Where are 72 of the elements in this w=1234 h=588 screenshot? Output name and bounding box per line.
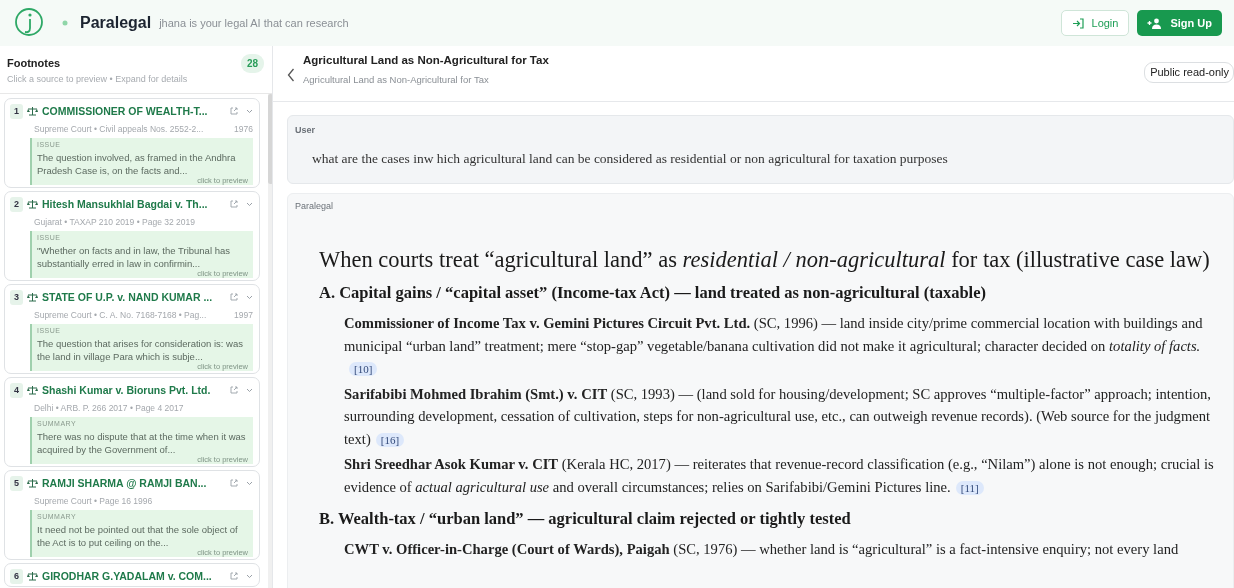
scales-icon (27, 199, 38, 210)
list-item: Sarifabibi Mohmed Ibrahim (Smt.) v. CIT (SC, 1993) — (land sold for housing/development; SC approves “multiple-factor” approach; intention, surrounding development, cessation of cultivation, steps for non-agricultural use, etc., can outweigh revenue records). (Web source for the judgment text) [16] (343, 384, 1213, 449)
hint-text: Click a source to preview • Expand for details (7, 73, 189, 86)
footnote-title[interactable]: COMMISSIONER OF WEALTH-T... (42, 103, 208, 120)
scales-icon (27, 478, 38, 489)
chevron-down-icon[interactable] (246, 201, 253, 207)
excerpt-text: It need not be pointed out that the sole object of the Act is to put ceiling on the... (37, 522, 239, 549)
footnote-number: 4 (10, 382, 23, 399)
footnote-year: 1976 (234, 123, 253, 136)
back-icon[interactable] (287, 68, 295, 82)
logo-icon (14, 7, 44, 39)
chevron-down-icon[interactable] (246, 573, 253, 579)
footnote-number: 2 (10, 196, 23, 213)
brand-name: Paralegal (80, 13, 152, 33)
scrollbar-thumb[interactable] (268, 93, 272, 184)
answer-heading: When courts treat “agricultural land” as residential / non-agricultural for tax (illustrative case law) (319, 246, 1211, 274)
external-link-icon[interactable] (230, 386, 238, 395)
citation-link[interactable]: [11] (955, 480, 984, 495)
chevron-down-icon[interactable] (246, 387, 253, 393)
footnote-title[interactable]: Shashi Kumar v. Bioruns Pvt. Ltd. (42, 382, 211, 399)
footnote-meta: Supreme Court • Page 16 1996 (34, 495, 153, 508)
conversation-subtitle: Agricultural Land as Non-Agricultural for Tax (303, 73, 490, 88)
login-button[interactable]: Login (1060, 9, 1130, 37)
tagline: jhana is your legal AI that can research (159, 15, 349, 31)
citation-link[interactable]: [16] (375, 432, 405, 447)
footnote-meta: Delhi • ARB. P. 266 2017 • Page 4 2017 (34, 402, 184, 415)
footnote-title[interactable]: STATE OF U.P. v. NAND KUMAR ... (42, 289, 213, 306)
sidebar-title: Footnotes (7, 56, 61, 72)
scales-icon (27, 571, 38, 582)
footnote-number: 5 (10, 475, 23, 492)
visibility-badge: Public read-only (1144, 62, 1234, 83)
footnote-number: 1 (10, 103, 23, 120)
section-heading: A. Capital gains / “capital asset” (Income-tax Act) — land treated as non-agricultural (taxable) (319, 282, 987, 305)
login-icon (1071, 17, 1084, 29)
external-link-icon[interactable] (230, 572, 238, 581)
footnote-meta: Supreme Court • C. A. No. 7168-7168 • Pag... (34, 309, 207, 322)
count-badge: 28 (240, 54, 264, 73)
scales-icon (27, 106, 38, 117)
footnote-card[interactable]: 6 GIRODHAR G.YADALAM v. COM... (4, 562, 260, 588)
external-link-icon[interactable] (230, 479, 238, 488)
footnote-number: 3 (10, 289, 23, 306)
sign-up-button[interactable]: Sign Up (1137, 9, 1222, 37)
footnote-title[interactable]: Hitesh Mansukhlal Bagdai v. Th... (42, 196, 208, 213)
scales-icon (27, 292, 38, 303)
add-user-icon (1147, 17, 1163, 29)
excerpt-text: There was no dispute that at the time when it was acquired by the Government of... (37, 429, 247, 456)
scales-icon (27, 385, 38, 396)
chevron-down-icon[interactable] (246, 294, 253, 300)
external-link-icon[interactable] (230, 107, 238, 116)
footnote-meta: Gujarat • TAXAP 210 2019 • Page 32 2019 (34, 216, 195, 229)
chevron-down-icon[interactable] (246, 480, 253, 486)
footnote-year: 1997 (234, 309, 253, 322)
citation-link[interactable]: [10] (349, 362, 378, 376)
author-label: User (295, 124, 316, 137)
list-item: Commissioner of Income Tax v. Gemini Pictures Circuit Pvt. Ltd. (SC, 1996) — land inside city/prime commercial location with buildings and municipal “urban land” treatment; mere “stop-gap” vegetable/banana cultivation did not make it agricultural; character decided on totality of facts. [10] (343, 314, 1204, 378)
status-dot-icon (62, 20, 68, 26)
external-link-icon[interactable] (230, 200, 238, 209)
external-link-icon[interactable] (230, 293, 238, 302)
footnote-title[interactable]: RAMJI SHARMA @ RAMJI BAN... (42, 475, 207, 492)
excerpt-text: The question involved, as framed in the Andhra Pradesh Case is, on the facts and... (37, 150, 237, 177)
chevron-down-icon[interactable] (246, 108, 253, 114)
footnote-number: 6 (10, 568, 23, 585)
excerpt-text: "Whether on facts and in law, the Tribunal has substantially erred in law in confirmin... (37, 243, 231, 270)
conversation-title: Agricultural Land as Non-Agricultural for Tax (303, 53, 549, 68)
author-label: Paralegal (295, 199, 335, 213)
section-heading: B. Wealth-tax / “urban land” — agricultural claim rejected or tightly tested (319, 508, 852, 530)
list-item: Shri Sreedhar Asok Kumar v. CIT (Kerala HC, 2017) — reiterates that revenue-record classification (e.g., “Nilam”) alone is not enough; crucial is evidence of actual agricultural use and overall circumstances; relies on Sarifabibi/Gemini Pictures line. [11] (343, 455, 1215, 497)
footnote-title[interactable]: GIRODHAR G.YADALAM v. COM... (42, 568, 212, 585)
excerpt-text: The question that arises for consideration is: was the land in village Para which is subje... (37, 336, 244, 363)
footnote-meta: Supreme Court • Civil appeals Nos. 2552-2... (34, 123, 204, 136)
message-text: what are the cases inw hich agricultural land can be considered as residential or non agricultural for taxation purposes (312, 149, 949, 168)
list-item: CWT v. Officer-in-Charge (Court of Wards), Paigah (SC, 1976) — whether land is “agricultural” is a fact-intensive enquiry; not every land (343, 539, 1180, 559)
